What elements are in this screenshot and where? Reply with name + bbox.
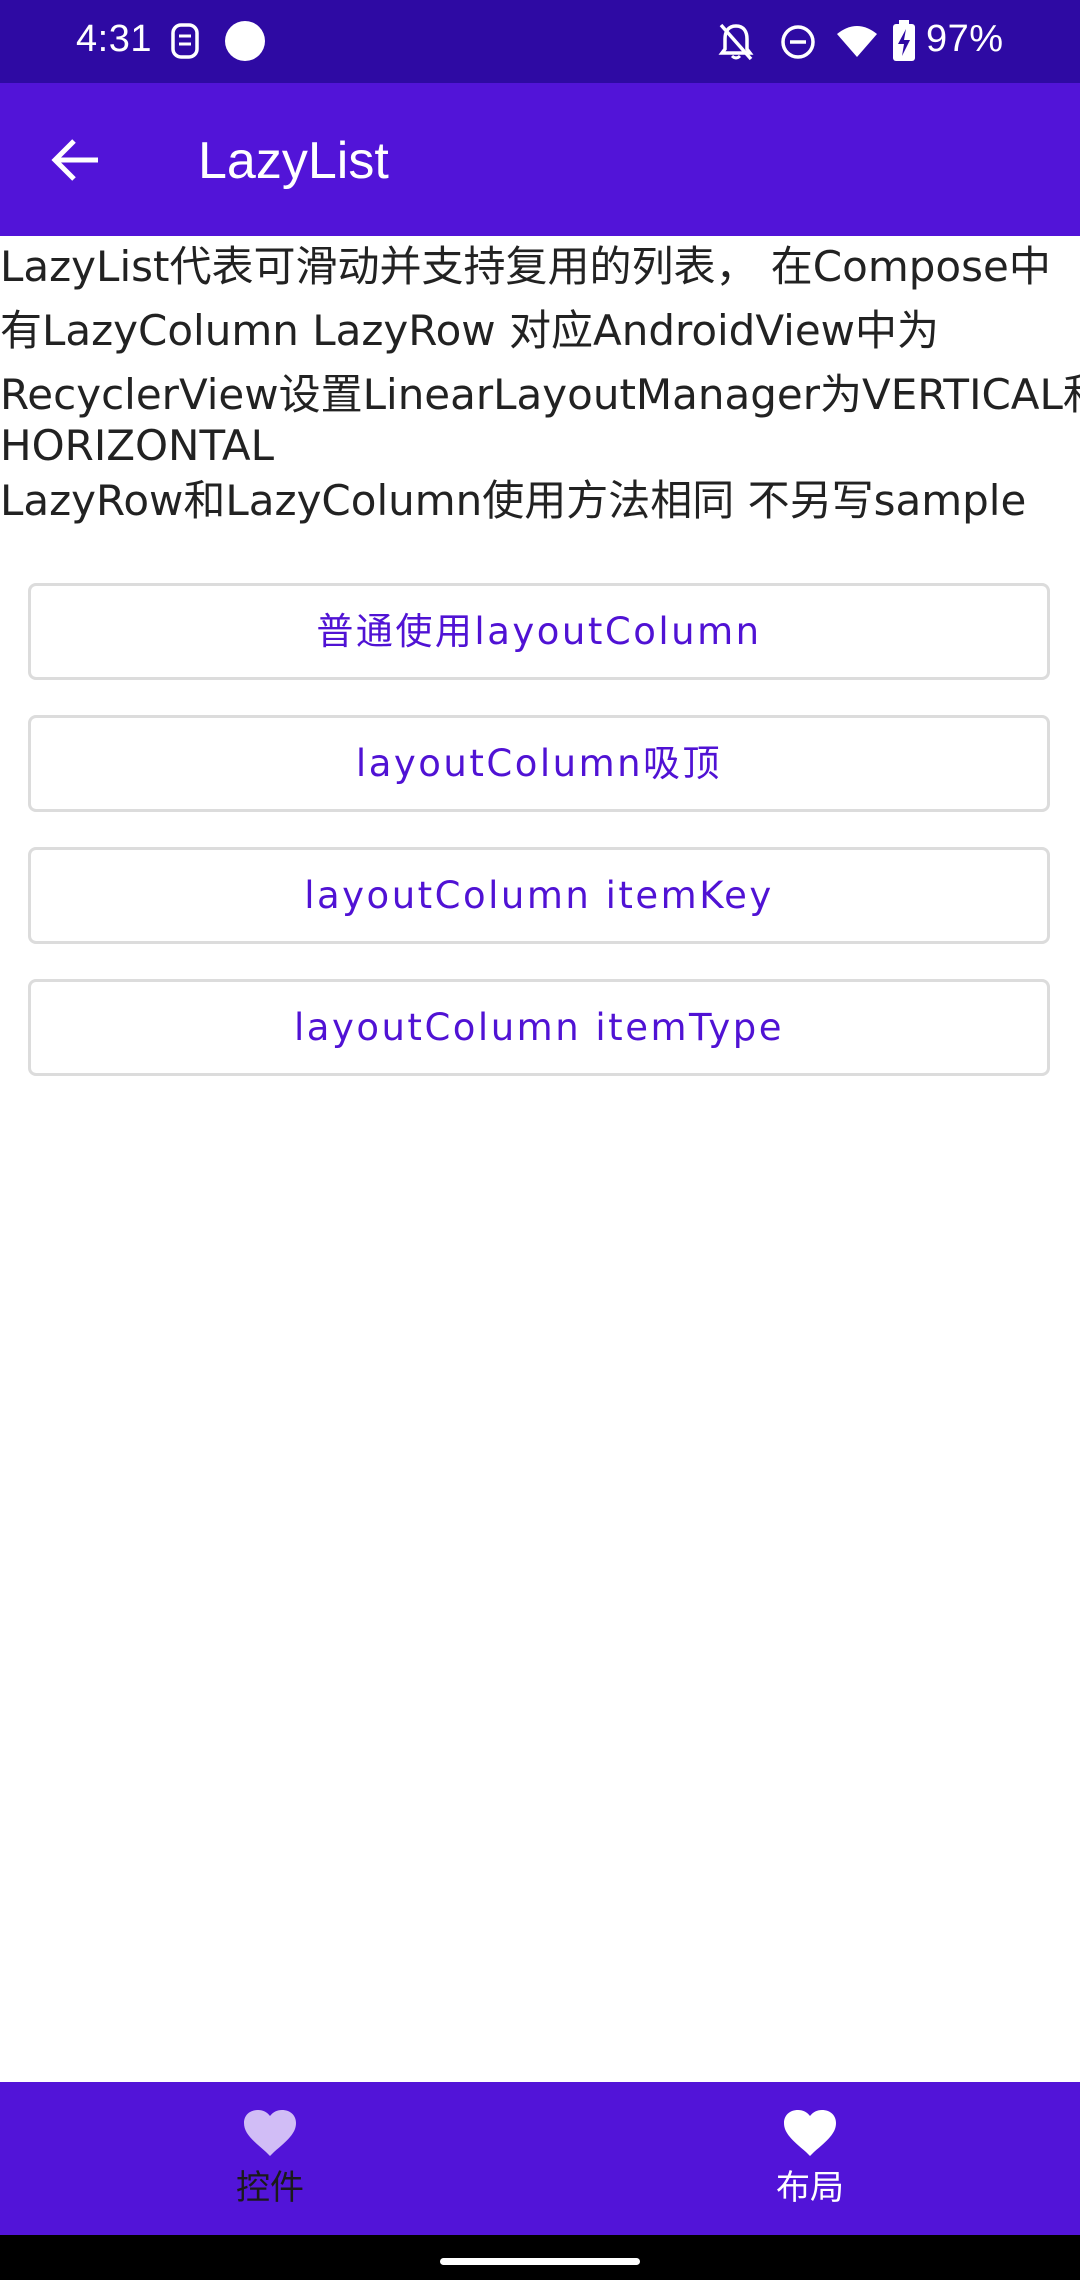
item-key-button[interactable]: layoutColumn itemKey bbox=[28, 847, 1050, 944]
app-bar: LazyList bbox=[0, 83, 1080, 236]
battery-percent: 97% bbox=[926, 18, 1004, 60]
nav-item-controls[interactable]: 控件 bbox=[0, 2082, 540, 2235]
nav-label-controls: 控件 bbox=[236, 2168, 304, 2208]
battery-charging-icon bbox=[893, 20, 915, 61]
description-line: LazyRow和LazyColumn使用方法相同 不另写sample bbox=[0, 476, 1027, 525]
description-line: LazyList代表可滑动并支持复用的列表， 在Compose中 bbox=[0, 242, 1051, 291]
wifi-icon bbox=[837, 26, 877, 57]
nav-label-layout: 布局 bbox=[776, 2168, 844, 2208]
record-dot-icon bbox=[225, 21, 265, 61]
normal-layout-column-button[interactable]: 普通使用layoutColumn bbox=[28, 583, 1050, 680]
heart-icon bbox=[784, 2110, 836, 2156]
arrow-back-icon[interactable] bbox=[36, 119, 118, 201]
status-bar: 4:31 97% bbox=[0, 0, 1080, 83]
bell-off-icon bbox=[718, 23, 754, 61]
bottom-navigation: 控件 布局 bbox=[0, 2082, 1080, 2235]
home-indicator[interactable] bbox=[440, 2258, 640, 2265]
system-navigation-bar bbox=[0, 2235, 1080, 2280]
nav-item-layout[interactable]: 布局 bbox=[540, 2082, 1080, 2235]
description-text: LazyList代表可滑动并支持复用的列表， 在Compose中 有LazyCo… bbox=[0, 238, 1080, 530]
status-time: 4:31 bbox=[76, 18, 152, 60]
description-line: 有LazyColumn LazyRow 对应AndroidView中为 bbox=[0, 306, 940, 355]
page-title: LazyList bbox=[198, 132, 389, 190]
face-id-icon bbox=[171, 23, 199, 59]
description-line: HORIZONTAL bbox=[0, 421, 274, 470]
do-not-disturb-icon bbox=[781, 25, 815, 59]
description-line: RecyclerView设置LinearLayoutManager为VERTIC… bbox=[0, 370, 1080, 419]
heart-icon bbox=[244, 2110, 296, 2156]
item-type-button[interactable]: layoutColumn itemType bbox=[28, 979, 1050, 1076]
sticky-header-button[interactable]: layoutColumn吸顶 bbox=[28, 715, 1050, 812]
